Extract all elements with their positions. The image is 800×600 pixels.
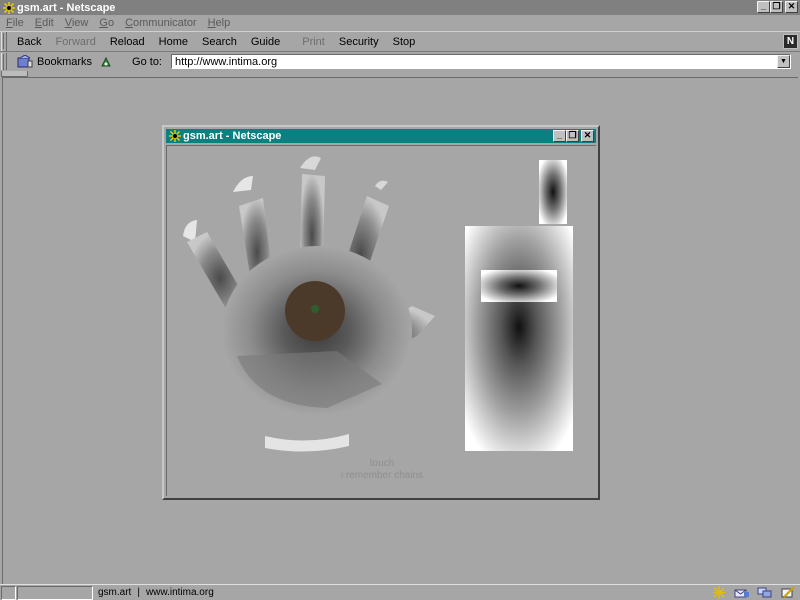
security-button[interactable]: Security (339, 36, 379, 48)
phone-image (465, 160, 573, 451)
popup-minimize-button[interactable]: _ (553, 130, 566, 142)
bookmarks-icon[interactable] (17, 53, 33, 69)
restore-button[interactable]: ❐ (770, 1, 783, 13)
hand-image (183, 156, 435, 452)
mail-icon[interactable] (734, 586, 750, 599)
main-title-bar[interactable]: gsm.art - Netscape _ ❐ ✕ (0, 0, 800, 15)
navigator-icon[interactable] (711, 586, 727, 599)
menu-communicator[interactable]: Communicator (125, 17, 197, 29)
status-progress-cell (17, 585, 93, 600)
status-message: gsm.art | www.intima.org (98, 587, 214, 598)
composer-icon[interactable] (780, 586, 796, 599)
url-dropdown-button[interactable]: ▼ (777, 55, 790, 68)
window-title: gsm.art - Netscape (17, 1, 116, 14)
reload-button[interactable]: Reload (110, 36, 145, 48)
page-proxy-icon[interactable] (100, 56, 112, 68)
menu-help[interactable]: Help (208, 17, 231, 29)
menu-view[interactable]: View (65, 17, 89, 29)
home-button[interactable]: Home (159, 36, 188, 48)
forward-button[interactable]: Forward (55, 36, 95, 48)
goto-label: Go to: (132, 55, 162, 68)
url-text: http://www.intima.org (175, 55, 278, 68)
menu-go[interactable]: Go (99, 17, 114, 29)
menu-edit[interactable]: Edit (35, 17, 54, 29)
stop-button[interactable]: Stop (393, 36, 416, 48)
status-security-cell[interactable] (1, 585, 16, 600)
netscape-star-icon (2, 1, 15, 14)
search-button[interactable]: Search (202, 36, 237, 48)
popup-window-controls: _ ❐ ✕ (553, 130, 594, 142)
bookmarks-button[interactable]: Bookmarks (37, 56, 92, 68)
popup-close-button[interactable]: ✕ (581, 130, 594, 142)
minimize-button[interactable]: _ (757, 1, 770, 13)
toolbar-grip[interactable] (1, 32, 7, 51)
discussion-icon[interactable] (757, 586, 773, 599)
popup-title: gsm.art - Netscape (183, 130, 282, 142)
back-button[interactable]: Back (17, 36, 41, 48)
caption-remember: i remember chains (340, 470, 424, 481)
location-toolbar: Bookmarks Go to: http://www.intima.org ▼ (0, 52, 800, 71)
popup-netscape-star-icon (168, 130, 181, 143)
menu-bar: File Edit View Go Communicator Help (0, 15, 800, 30)
close-button[interactable]: ✕ (785, 1, 798, 13)
popup-window[interactable]: gsm.art - Netscape _ ❐ ✕ touch i remembe… (162, 125, 600, 500)
netscape-logo[interactable]: N (783, 34, 798, 49)
location-grip[interactable] (1, 53, 7, 70)
popup-content: touch i remember chains (166, 145, 596, 496)
guide-button[interactable]: Guide (251, 36, 280, 48)
gsm-art-canvas[interactable] (167, 146, 596, 496)
url-field[interactable]: http://www.intima.org ▼ (171, 54, 791, 69)
menu-file[interactable]: File (6, 17, 24, 29)
caption-touch: touch (369, 458, 395, 469)
popup-restore-button[interactable]: ❐ (566, 130, 579, 142)
popup-title-bar[interactable]: gsm.art - Netscape _ ❐ ✕ (166, 129, 596, 143)
window-controls: _ ❐ ✕ (757, 1, 798, 13)
navigation-toolbar: Back Forward Reload Home Search Guide Pr… (0, 31, 800, 52)
status-bar: gsm.art | www.intima.org (0, 584, 800, 600)
print-button[interactable]: Print (302, 36, 325, 48)
component-bar (711, 586, 796, 599)
